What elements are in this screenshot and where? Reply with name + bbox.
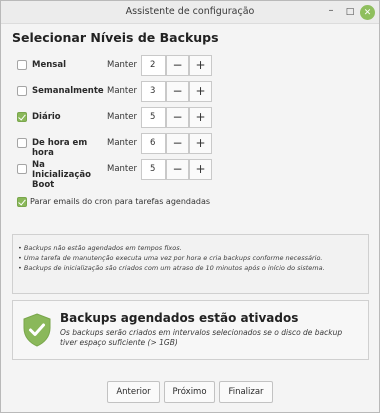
page-title: Selecionar Níveis de Backups (12, 30, 219, 45)
boot-checkbox[interactable] (17, 164, 27, 174)
weekly-count-input[interactable]: 3 (141, 81, 166, 102)
boot-decrement-button[interactable]: − (166, 159, 189, 180)
cron-email-label: Parar emails do cron para tarefas agenda… (30, 197, 211, 206)
cron-email-option[interactable]: Parar emails do cron para tarefas agenda… (17, 196, 317, 210)
level-row-hourly: De hora em hora Manter 6 − + (1, 133, 380, 158)
schedule-status-box: Backups agendados estão ativados Os back… (12, 300, 369, 360)
boot-count-input[interactable]: 5 (141, 159, 166, 180)
title-bar[interactable]: Assistente de configuração – □ ✕ (1, 1, 379, 24)
weekly-increment-button[interactable]: + (189, 81, 212, 102)
level-row-boot: Na Inicialização Boot Manter 5 − + (1, 159, 380, 190)
info-line: • Backups de inicialização são criados c… (18, 264, 325, 272)
minimize-icon[interactable]: – (323, 2, 339, 18)
level-row-daily: Diário Manter 5 − + (1, 107, 380, 129)
hourly-checkbox[interactable] (17, 138, 27, 148)
keep-label: Manter (107, 138, 137, 148)
hourly-increment-button[interactable]: + (189, 133, 212, 154)
maximize-icon[interactable]: □ (342, 4, 358, 20)
cron-email-checkbox[interactable] (17, 197, 27, 207)
monthly-checkbox[interactable] (17, 60, 27, 70)
keep-label: Manter (107, 86, 137, 96)
level-label: Diário (32, 112, 61, 122)
finish-button[interactable]: Finalizar (219, 381, 273, 403)
next-button[interactable]: Próximo (164, 381, 215, 403)
boot-increment-button[interactable]: + (189, 159, 212, 180)
level-label: Semanalmente (32, 86, 104, 96)
shield-check-icon (23, 313, 51, 347)
monthly-increment-button[interactable]: + (189, 55, 212, 76)
status-title: Backups agendados estão ativados (60, 311, 299, 325)
back-button[interactable]: Anterior (107, 381, 160, 403)
weekly-decrement-button[interactable]: − (166, 81, 189, 102)
daily-increment-button[interactable]: + (189, 107, 212, 128)
schedule-info-box: • Backups não estão agendados em tempos … (12, 234, 369, 294)
setup-wizard-window: Assistente de configuração – □ ✕ Selecio… (0, 0, 380, 413)
keep-label: Manter (107, 60, 137, 70)
keep-label: Manter (107, 164, 137, 174)
info-line: • Backups não estão agendados em tempos … (18, 244, 182, 252)
status-description: Os backups serão criados em intervalos s… (60, 328, 343, 347)
close-icon[interactable]: ✕ (360, 5, 375, 20)
daily-decrement-button[interactable]: − (166, 107, 189, 128)
level-label: Na Inicialização Boot (32, 160, 91, 190)
hourly-count-input[interactable]: 6 (141, 133, 166, 154)
level-row-monthly: Mensal Manter 2 − + (1, 55, 380, 77)
level-label: De hora em hora (32, 138, 88, 158)
info-line: • Uma tarefa de manutenção executa uma v… (18, 254, 323, 262)
daily-count-input[interactable]: 5 (141, 107, 166, 128)
weekly-checkbox[interactable] (17, 86, 27, 96)
daily-checkbox[interactable] (17, 112, 27, 122)
level-label: Mensal (32, 60, 66, 70)
level-row-weekly: Semanalmente Manter 3 − + (1, 81, 380, 103)
monthly-count-input[interactable]: 2 (141, 55, 166, 76)
keep-label: Manter (107, 112, 137, 122)
monthly-decrement-button[interactable]: − (166, 55, 189, 76)
hourly-decrement-button[interactable]: − (166, 133, 189, 154)
